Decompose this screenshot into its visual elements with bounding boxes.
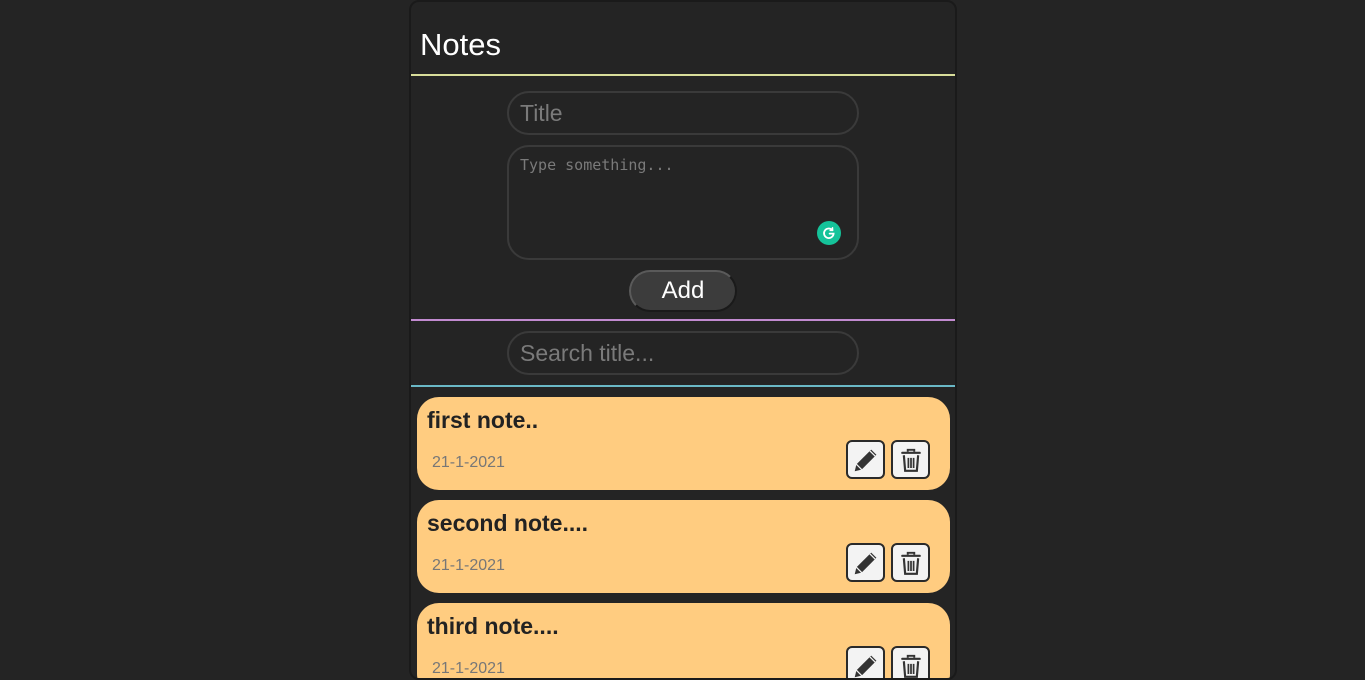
delete-note-button[interactable]: [891, 646, 930, 678]
pencil-icon: [854, 552, 876, 574]
note-card: first note.. 21-1-2021: [417, 397, 950, 490]
note-card: third note.... 21-1-2021: [417, 603, 950, 678]
pencil-icon: [854, 449, 876, 471]
search-input[interactable]: [507, 331, 859, 375]
pencil-icon: [854, 655, 876, 677]
search-section: [411, 321, 955, 387]
trash-icon: [900, 654, 921, 678]
trash-icon: [900, 448, 921, 472]
grammarly-icon[interactable]: [817, 221, 841, 245]
app-header: Notes: [411, 2, 955, 76]
delete-note-button[interactable]: [891, 440, 930, 479]
notes-list: first note.. 21-1-2021 second note.... 2…: [411, 387, 955, 678]
trash-icon: [900, 551, 921, 575]
note-date: 21-1-2021: [432, 660, 505, 677]
notes-app: Notes Add first note.. 21-1-2021: [409, 0, 957, 680]
title-input[interactable]: [507, 91, 859, 135]
add-button[interactable]: Add: [629, 270, 737, 312]
edit-note-button[interactable]: [846, 440, 885, 479]
app-title: Notes: [420, 27, 501, 62]
note-card: second note.... 21-1-2021: [417, 500, 950, 593]
note-title: third note....: [427, 613, 559, 639]
note-body-input[interactable]: [507, 145, 859, 260]
delete-note-button[interactable]: [891, 543, 930, 582]
note-date: 21-1-2021: [432, 454, 505, 471]
note-title: first note..: [427, 407, 539, 433]
note-date: 21-1-2021: [432, 557, 505, 574]
edit-note-button[interactable]: [846, 543, 885, 582]
edit-note-button[interactable]: [846, 646, 885, 678]
note-form: Add: [411, 76, 955, 321]
note-title: second note....: [427, 510, 589, 536]
